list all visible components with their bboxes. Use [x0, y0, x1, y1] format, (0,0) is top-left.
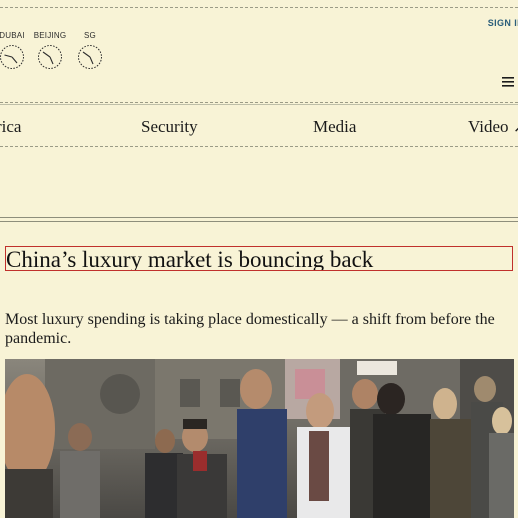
nav-item-video[interactable]: Video ↗ — [468, 117, 518, 137]
header-top-rule — [0, 7, 518, 8]
top-header: DUBAI BEIJING SG SIGN IN — [0, 0, 518, 100]
clock-icon — [38, 45, 62, 69]
nav-top-rule — [0, 102, 518, 103]
section-divider — [0, 217, 518, 222]
article-deck: Most luxury spending is taking place dom… — [5, 311, 495, 347]
nav-item-security[interactable]: Security — [141, 117, 198, 137]
clock-beijing: BEIJING — [31, 30, 69, 70]
clock-city-label: BEIJING — [33, 31, 67, 40]
nav-item-africa[interactable]: Africa — [0, 117, 21, 137]
clock-city-label: SG — [84, 31, 96, 40]
clock-icon — [78, 45, 102, 69]
section-nav: Africa Security Media Video ↗ — [0, 104, 518, 147]
clock-sg: SG — [71, 30, 109, 70]
clock-dubai: DUBAI — [0, 30, 31, 70]
nav-bottom-rule — [0, 146, 518, 147]
article-headline[interactable]: China’s luxury market is bouncing back — [5, 246, 513, 271]
nav-item-media[interactable]: Media — [313, 117, 356, 137]
sign-in-link[interactable]: SIGN IN — [488, 18, 518, 28]
clock-icon — [0, 45, 24, 69]
clock-city-label: DUBAI — [0, 31, 25, 40]
street-scene-image — [5, 359, 514, 518]
hamburger-icon[interactable] — [502, 76, 514, 88]
article-photo[interactable] — [5, 359, 514, 518]
